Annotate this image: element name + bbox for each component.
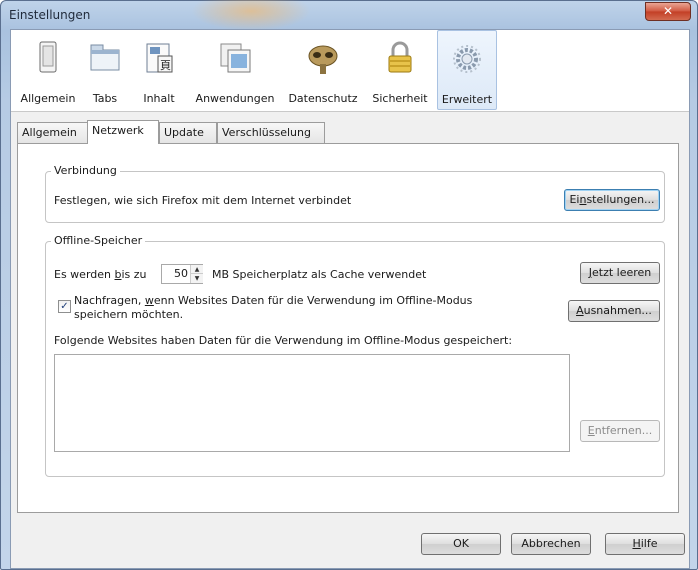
connection-description: Festlegen, wie sich Firefox mit dem Inte…: [54, 194, 352, 207]
exceptions-button[interactable]: Ausnahmen...: [568, 300, 660, 322]
ask-offline-label-line1: Nachfragen, wenn Websites Daten für die …: [74, 294, 473, 307]
connection-settings-button[interactable]: Einstellungen...: [564, 189, 660, 211]
title-bar[interactable]: Einstellungen ✕: [1, 0, 697, 31]
connection-legend: Verbindung: [51, 164, 120, 177]
toolbar-label-applications: Anwendungen: [195, 92, 275, 105]
toolbar-item-advanced[interactable]: Erweitert: [437, 30, 497, 110]
cache-suffix-label: MB Speicherplatz als Cache verwendet: [212, 268, 427, 281]
window-title: Einstellungen: [9, 8, 91, 22]
connection-group: Verbindung Festlegen, wie sich Firefox m…: [45, 164, 665, 223]
help-button[interactable]: Hilfe: [605, 533, 685, 555]
toolbar-item-applications[interactable]: Anwendungen: [189, 30, 281, 110]
tabs-icon: [90, 44, 120, 71]
preferences-toolbar: Allgemein Tabs 頁 Inhalt Anwendungen Date…: [11, 30, 689, 112]
offline-storage-group: Offline-Speicher Es werden bis zu 50 ▲ ▼…: [45, 234, 665, 477]
firefox-glow-decoration: [191, 0, 311, 31]
cache-size-value: 50: [174, 267, 188, 280]
offline-sites-list[interactable]: [54, 354, 570, 452]
toolbar-label-privacy: Datenschutz: [288, 92, 358, 105]
applications-icon: [220, 43, 251, 73]
svg-text:頁: 頁: [160, 59, 171, 72]
toolbar-label-content: Inhalt: [143, 92, 175, 105]
preferences-window: Einstellungen ✕ Allgemein Tabs 頁 Inhalt …: [0, 0, 698, 570]
stepper-up-icon[interactable]: ▲: [191, 265, 203, 274]
ask-offline-checkbox[interactable]: ✓: [58, 300, 71, 313]
privacy-mask-icon: [308, 45, 338, 74]
cache-limit-label: Es werden bis zu: [54, 268, 147, 281]
subtab-update[interactable]: Update: [159, 122, 217, 143]
remove-site-button[interactable]: Entfernen...: [580, 420, 660, 442]
toolbar-label-security: Sicherheit: [372, 92, 428, 105]
ok-button[interactable]: OK: [421, 533, 501, 555]
offline-sites-label: Folgende Websites haben Daten für die Ve…: [54, 334, 513, 347]
toolbar-item-privacy[interactable]: Datenschutz: [283, 30, 363, 110]
close-button[interactable]: ✕: [645, 2, 691, 21]
advanced-gear-icon: [453, 45, 481, 73]
subtab-encryption[interactable]: Verschlüsselung: [217, 122, 325, 143]
clear-cache-button[interactable]: Jetzt leeren: [580, 262, 660, 284]
general-switch-icon: [39, 41, 57, 73]
stepper-down-icon[interactable]: ▼: [191, 274, 203, 283]
padlock-icon: [388, 41, 412, 73]
toolbar-item-general[interactable]: Allgemein: [17, 30, 79, 110]
cache-size-stepper[interactable]: 50 ▲ ▼: [161, 264, 203, 284]
toolbar-label-tabs: Tabs: [92, 92, 118, 105]
cancel-button[interactable]: Abbrechen: [511, 533, 591, 555]
toolbar-item-security[interactable]: Sicherheit: [365, 30, 435, 110]
offline-storage-legend: Offline-Speicher: [51, 234, 146, 247]
subtab-network[interactable]: Netzwerk: [87, 120, 159, 144]
ask-offline-label-line2: speichern möchten.: [74, 308, 184, 321]
toolbar-item-content[interactable]: 頁 Inhalt: [133, 30, 185, 110]
subtab-general[interactable]: Allgemein: [17, 122, 89, 143]
dialog-client-area: Allgemein Tabs 頁 Inhalt Anwendungen Date…: [10, 29, 690, 569]
toolbar-label-general: Allgemein: [20, 92, 76, 105]
toolbar-label-advanced: Erweitert: [441, 93, 493, 106]
content-icon: 頁: [146, 43, 173, 73]
toolbar-item-tabs[interactable]: Tabs: [81, 30, 129, 110]
network-panel: Verbindung Festlegen, wie sich Firefox m…: [17, 143, 679, 513]
